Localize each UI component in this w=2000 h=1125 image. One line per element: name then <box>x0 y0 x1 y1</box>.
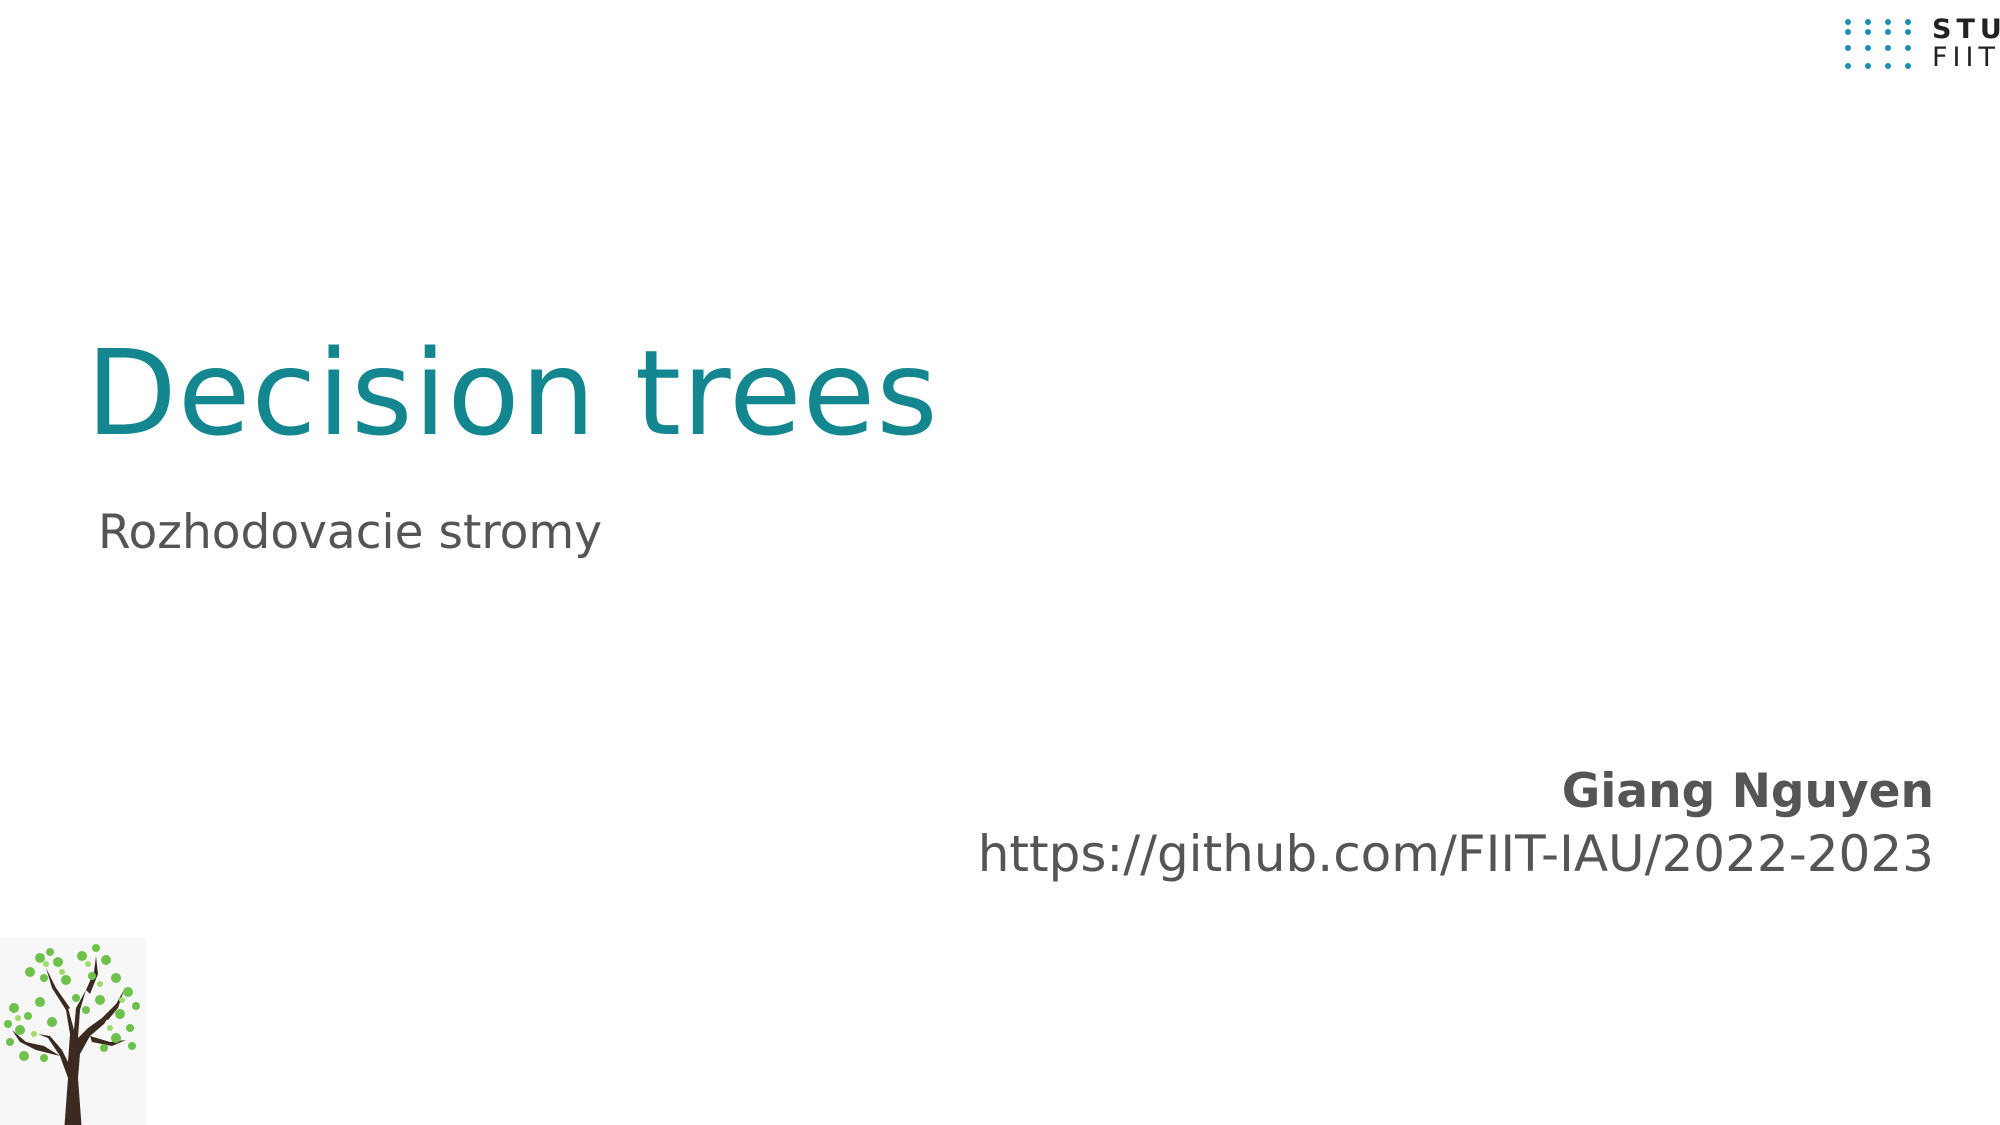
stu-fiit-logo: STU FIIT <box>1842 16 2000 76</box>
logo-line-stu: STU <box>1932 14 2000 45</box>
slide-title: Decision trees <box>86 324 939 462</box>
logo-text: STU FIIT <box>1932 16 2000 72</box>
author-block: Giang Nguyen https://github.com/FIIT-IAU… <box>978 762 1934 886</box>
logo-dots-icon <box>1845 19 1911 69</box>
slide-subtitle: Rozhodovacie stromy <box>98 505 603 560</box>
repo-link[interactable]: https://github.com/FIIT-IAU/2022-2023 <box>978 822 1934 886</box>
tree-illustration-icon <box>0 938 146 1125</box>
author-name: Giang Nguyen <box>1561 764 1934 819</box>
slide: STU FIIT Decision trees Rozhodovacie str… <box>0 0 2000 1125</box>
logo-line-fiit: FIIT <box>1932 42 2000 73</box>
